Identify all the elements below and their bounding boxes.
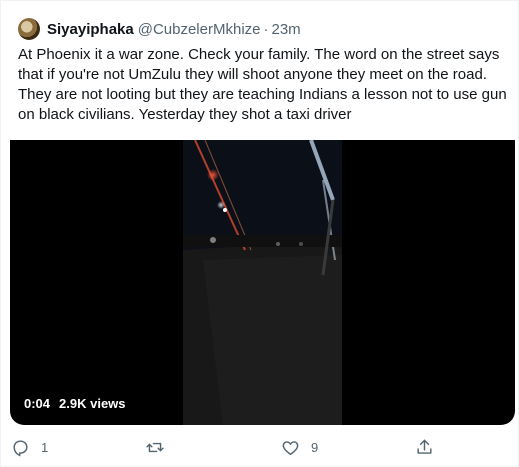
author-name[interactable]: Siyayiphaka	[47, 21, 134, 38]
video-views: 2.9K views	[59, 396, 126, 411]
share-icon	[415, 438, 434, 457]
heart-icon	[281, 438, 300, 457]
avatar[interactable]	[18, 18, 40, 40]
tweet-timestamp[interactable]: 23m	[272, 21, 301, 38]
video-timestamp: 0:04	[24, 396, 51, 411]
video-player[interactable]: 0:04 2.9K views	[10, 140, 515, 425]
author-handle[interactable]: @CubzelerMkhize	[138, 21, 261, 38]
reply-icon	[11, 438, 30, 457]
reply-count: 1	[41, 439, 49, 455]
tweet-card[interactable]: Siyayiphaka @CubzelerMkhize · 23m At Pho…	[0, 0, 519, 467]
video-frame[interactable]	[183, 140, 342, 425]
retweet-button[interactable]	[145, 435, 176, 459]
tweet-text: At Phoenix it a war zone. Check your fam…	[18, 46, 507, 123]
video-overlay: 0:04 2.9K views	[24, 396, 126, 411]
like-count: 9	[311, 439, 319, 455]
tweet-header: Siyayiphaka @CubzelerMkhize · 23m	[18, 16, 301, 42]
tweet-actions: 1 9	[1, 435, 519, 459]
reply-button[interactable]: 1	[11, 435, 48, 459]
retweet-icon	[145, 438, 165, 457]
share-button[interactable]	[415, 435, 434, 459]
video-scene-image	[183, 140, 342, 425]
like-button[interactable]: 9	[281, 435, 318, 459]
separator-dot: ·	[263, 20, 269, 38]
